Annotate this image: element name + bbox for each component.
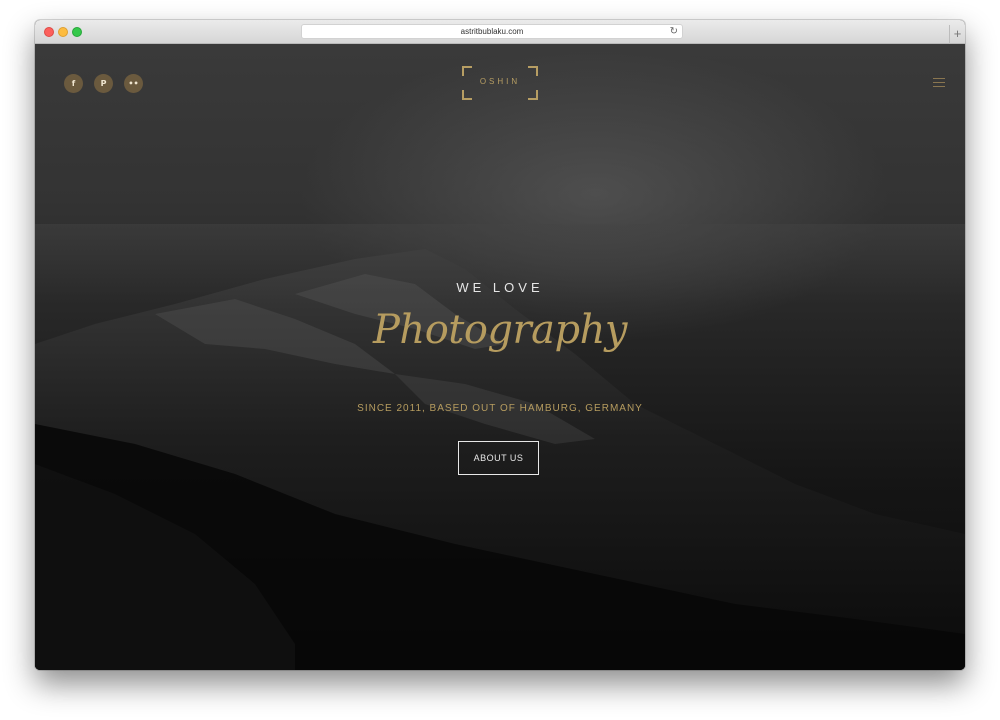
flickr-icon[interactable]: •• <box>124 74 143 93</box>
address-bar[interactable]: astritbublaku.com ↻ <box>301 24 683 39</box>
hero-tagline: WE LOVE <box>456 280 544 295</box>
hero-subline: SINCE 2011, BASED OUT OF HAMBURG, GERMAN… <box>357 403 643 414</box>
address-url: astritbublaku.com <box>460 27 524 36</box>
hamburger-menu-icon[interactable] <box>933 78 945 87</box>
site-logo[interactable]: OSHIN <box>462 66 538 100</box>
logo-text: OSHIN <box>479 77 521 86</box>
reload-icon[interactable]: ↻ <box>670 25 678 38</box>
hero-section: f P •• OSHIN WE LOVE Photography SINCE 2… <box>35 44 965 670</box>
browser-titlebar: astritbublaku.com ↻ + <box>35 20 965 44</box>
zoom-window-button[interactable] <box>72 27 82 37</box>
pinterest-icon[interactable]: P <box>94 74 113 93</box>
new-tab-button[interactable]: + <box>949 25 965 44</box>
browser-window: astritbublaku.com ↻ + f P •• OSHIN WE LO… <box>35 20 965 670</box>
close-window-button[interactable] <box>44 27 54 37</box>
facebook-icon[interactable]: f <box>64 74 83 93</box>
hero-headline: Photography <box>373 307 627 353</box>
minimize-window-button[interactable] <box>58 27 68 37</box>
mountain-background-image <box>35 224 965 670</box>
about-us-button[interactable]: ABOUT US <box>458 441 539 475</box>
